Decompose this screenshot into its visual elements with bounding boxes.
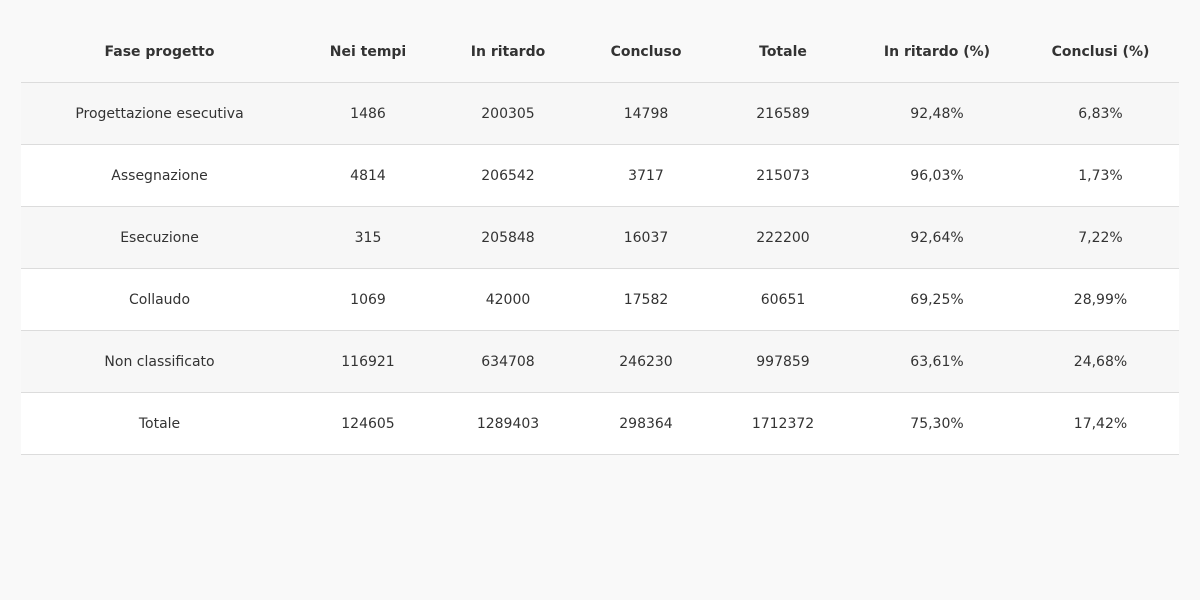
column-header-concluso: Concluso — [578, 21, 714, 83]
cell-in-ritardo: 42000 — [438, 268, 578, 331]
cell-conclusi-pct: 24,68% — [1022, 330, 1179, 393]
cell-nei-tempi: 1486 — [298, 82, 438, 145]
table-header: Fase progetto Nei tempi In ritardo Concl… — [21, 21, 1179, 83]
column-header-fase-progetto: Fase progetto — [21, 21, 298, 83]
cell-in-ritardo-pct: 63,61% — [852, 330, 1022, 393]
cell-totale: 997859 — [714, 330, 852, 393]
cell-concluso: 16037 — [578, 206, 714, 269]
cell-conclusi-pct: 7,22% — [1022, 206, 1179, 269]
cell-nei-tempi: 315 — [298, 206, 438, 269]
column-header-nei-tempi: Nei tempi — [298, 21, 438, 83]
cell-concluso: 298364 — [578, 392, 714, 455]
cell-concluso: 17582 — [578, 268, 714, 331]
cell-nei-tempi: 4814 — [298, 144, 438, 207]
cell-in-ritardo: 200305 — [438, 82, 578, 145]
table-row-total: Totale 124605 1289403 298364 1712372 75,… — [21, 392, 1179, 455]
cell-totale: 222200 — [714, 206, 852, 269]
cell-in-ritardo: 1289403 — [438, 392, 578, 455]
table-row: Collaudo 1069 42000 17582 60651 69,25% 2… — [21, 268, 1179, 331]
cell-conclusi-pct: 28,99% — [1022, 268, 1179, 331]
cell-nei-tempi: 1069 — [298, 268, 438, 331]
cell-in-ritardo-pct: 96,03% — [852, 144, 1022, 207]
cell-concluso: 14798 — [578, 82, 714, 145]
cell-concluso: 3717 — [578, 144, 714, 207]
cell-in-ritardo: 206542 — [438, 144, 578, 207]
cell-fase: Totale — [21, 392, 298, 455]
table-row: Assegnazione 4814 206542 3717 215073 96,… — [21, 144, 1179, 207]
table-row: Non classificato 116921 634708 246230 99… — [21, 330, 1179, 393]
header-row: Fase progetto Nei tempi In ritardo Concl… — [21, 21, 1179, 83]
cell-totale: 216589 — [714, 82, 852, 145]
table-row: Esecuzione 315 205848 16037 222200 92,64… — [21, 206, 1179, 269]
cell-in-ritardo-pct: 92,48% — [852, 82, 1022, 145]
cell-nei-tempi: 124605 — [298, 392, 438, 455]
column-header-in-ritardo-pct: In ritardo (%) — [852, 21, 1022, 83]
cell-totale: 1712372 — [714, 392, 852, 455]
cell-fase: Non classificato — [21, 330, 298, 393]
cell-in-ritardo: 205848 — [438, 206, 578, 269]
cell-fase: Progettazione esecutiva — [21, 82, 298, 145]
column-header-totale: Totale — [714, 21, 852, 83]
table-row: Progettazione esecutiva 1486 200305 1479… — [21, 82, 1179, 145]
cell-conclusi-pct: 17,42% — [1022, 392, 1179, 455]
cell-totale: 215073 — [714, 144, 852, 207]
column-header-conclusi-pct: Conclusi (%) — [1022, 21, 1179, 83]
cell-concluso: 246230 — [578, 330, 714, 393]
cell-conclusi-pct: 1,73% — [1022, 144, 1179, 207]
cell-in-ritardo: 634708 — [438, 330, 578, 393]
cell-fase: Esecuzione — [21, 206, 298, 269]
data-table: Fase progetto Nei tempi In ritardo Concl… — [21, 21, 1179, 455]
cell-in-ritardo-pct: 69,25% — [852, 268, 1022, 331]
cell-fase: Assegnazione — [21, 144, 298, 207]
cell-totale: 60651 — [714, 268, 852, 331]
column-header-in-ritardo: In ritardo — [438, 21, 578, 83]
table-container: Fase progetto Nei tempi In ritardo Concl… — [21, 21, 1179, 455]
cell-in-ritardo-pct: 92,64% — [852, 206, 1022, 269]
cell-fase: Collaudo — [21, 268, 298, 331]
table-body: Progettazione esecutiva 1486 200305 1479… — [21, 82, 1179, 455]
cell-in-ritardo-pct: 75,30% — [852, 392, 1022, 455]
cell-conclusi-pct: 6,83% — [1022, 82, 1179, 145]
cell-nei-tempi: 116921 — [298, 330, 438, 393]
